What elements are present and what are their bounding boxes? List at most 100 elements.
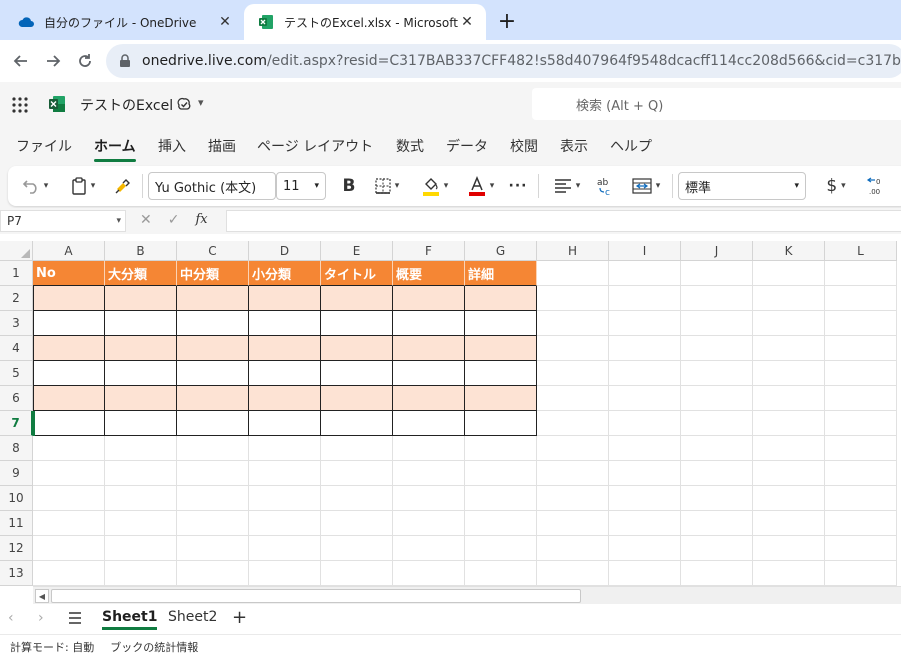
cell-g2[interactable]: [465, 286, 537, 311]
cell-l7[interactable]: [825, 411, 897, 436]
cell-e11[interactable]: [321, 511, 393, 536]
cell-d11[interactable]: [249, 511, 321, 536]
cell-d6[interactable]: [249, 386, 321, 411]
cell-k9[interactable]: [753, 461, 825, 486]
cell-c6[interactable]: [177, 386, 249, 411]
fill-color-button[interactable]: ▾: [416, 174, 454, 198]
cell-f5[interactable]: [393, 361, 465, 386]
cell-d4[interactable]: [249, 336, 321, 361]
cell-b10[interactable]: [105, 486, 177, 511]
cell-e13[interactable]: [321, 561, 393, 586]
cell-c13[interactable]: [177, 561, 249, 586]
column-header-l[interactable]: L: [825, 241, 897, 261]
saved-status-icon[interactable]: [176, 96, 192, 112]
cell-a8[interactable]: [33, 436, 105, 461]
cell-b8[interactable]: [105, 436, 177, 461]
cell-h6[interactable]: [537, 386, 609, 411]
cell-g11[interactable]: [465, 511, 537, 536]
cell-k2[interactable]: [753, 286, 825, 311]
workbook-statistics[interactable]: ブックの統計情報: [110, 639, 198, 655]
cell-e2[interactable]: [321, 286, 393, 311]
column-header-j[interactable]: J: [681, 241, 753, 261]
cell-g3[interactable]: [465, 311, 537, 336]
cell-f10[interactable]: [393, 486, 465, 511]
tab-formulas[interactable]: 数式: [396, 136, 424, 156]
cell-j7[interactable]: [681, 411, 753, 436]
cell-l6[interactable]: [825, 386, 897, 411]
horizontal-scrollbar[interactable]: ◀: [33, 586, 901, 604]
cell-b1[interactable]: 大分類: [105, 261, 177, 286]
chevron-left-icon[interactable]: ‹: [8, 610, 14, 626]
row-header-8[interactable]: 8: [0, 436, 33, 461]
cell-a7[interactable]: [33, 411, 105, 436]
cell-c9[interactable]: [177, 461, 249, 486]
font-name-select[interactable]: Yu Gothic (本文): [148, 172, 276, 200]
cell-l10[interactable]: [825, 486, 897, 511]
cell-e8[interactable]: [321, 436, 393, 461]
cell-i13[interactable]: [609, 561, 681, 586]
format-painter-button[interactable]: [110, 174, 136, 198]
row-header-9[interactable]: 9: [0, 461, 33, 486]
tab-page-layout[interactable]: ページ レイアウト: [257, 136, 373, 156]
tab-view[interactable]: 表示: [560, 136, 588, 156]
row-header-10[interactable]: 10: [0, 486, 33, 511]
cell-g12[interactable]: [465, 536, 537, 561]
cell-h3[interactable]: [537, 311, 609, 336]
cell-k10[interactable]: [753, 486, 825, 511]
column-header-k[interactable]: K: [753, 241, 825, 261]
cell-l8[interactable]: [825, 436, 897, 461]
cell-a6[interactable]: [33, 386, 105, 411]
address-bar[interactable]: onedrive.live.com/edit.aspx?resid=C317BA…: [106, 44, 901, 78]
cell-c3[interactable]: [177, 311, 249, 336]
cell-b3[interactable]: [105, 311, 177, 336]
cell-b2[interactable]: [105, 286, 177, 311]
cell-c2[interactable]: [177, 286, 249, 311]
cell-j13[interactable]: [681, 561, 753, 586]
cell-b12[interactable]: [105, 536, 177, 561]
cell-b9[interactable]: [105, 461, 177, 486]
cell-b13[interactable]: [105, 561, 177, 586]
cell-l3[interactable]: [825, 311, 897, 336]
row-header-7[interactable]: 7: [0, 411, 33, 436]
cell-h9[interactable]: [537, 461, 609, 486]
merge-cells-button[interactable]: ▾: [626, 174, 666, 198]
cell-j2[interactable]: [681, 286, 753, 311]
cell-i6[interactable]: [609, 386, 681, 411]
cell-l4[interactable]: [825, 336, 897, 361]
cell-c10[interactable]: [177, 486, 249, 511]
column-header-d[interactable]: D: [249, 241, 321, 261]
back-arrow-icon[interactable]: [8, 48, 34, 74]
app-launcher-icon[interactable]: [12, 97, 28, 113]
cell-i5[interactable]: [609, 361, 681, 386]
cell-d5[interactable]: [249, 361, 321, 386]
cell-h13[interactable]: [537, 561, 609, 586]
cell-h7[interactable]: [537, 411, 609, 436]
paste-button[interactable]: ▾: [64, 174, 102, 198]
row-header-4[interactable]: 4: [0, 336, 33, 361]
cell-g7[interactable]: [465, 411, 537, 436]
cell-j4[interactable]: [681, 336, 753, 361]
cell-i1[interactable]: [609, 261, 681, 286]
cell-a4[interactable]: [33, 336, 105, 361]
forward-arrow-icon[interactable]: [40, 48, 66, 74]
cell-g1[interactable]: 詳細: [465, 261, 537, 286]
cell-c12[interactable]: [177, 536, 249, 561]
cell-i3[interactable]: [609, 311, 681, 336]
cell-e6[interactable]: [321, 386, 393, 411]
cell-e1[interactable]: タイトル: [321, 261, 393, 286]
cell-j10[interactable]: [681, 486, 753, 511]
cell-i12[interactable]: [609, 536, 681, 561]
cell-c4[interactable]: [177, 336, 249, 361]
cell-h4[interactable]: [537, 336, 609, 361]
cell-i9[interactable]: [609, 461, 681, 486]
cell-f6[interactable]: [393, 386, 465, 411]
decrease-decimal-button[interactable]: 0.00: [864, 174, 888, 198]
undo-button[interactable]: ▾: [18, 174, 52, 198]
cell-f3[interactable]: [393, 311, 465, 336]
column-header-h[interactable]: H: [537, 241, 609, 261]
tab-data[interactable]: データ: [446, 136, 488, 156]
row-header-2[interactable]: 2: [0, 286, 33, 311]
cell-f13[interactable]: [393, 561, 465, 586]
cell-l5[interactable]: [825, 361, 897, 386]
cell-e12[interactable]: [321, 536, 393, 561]
